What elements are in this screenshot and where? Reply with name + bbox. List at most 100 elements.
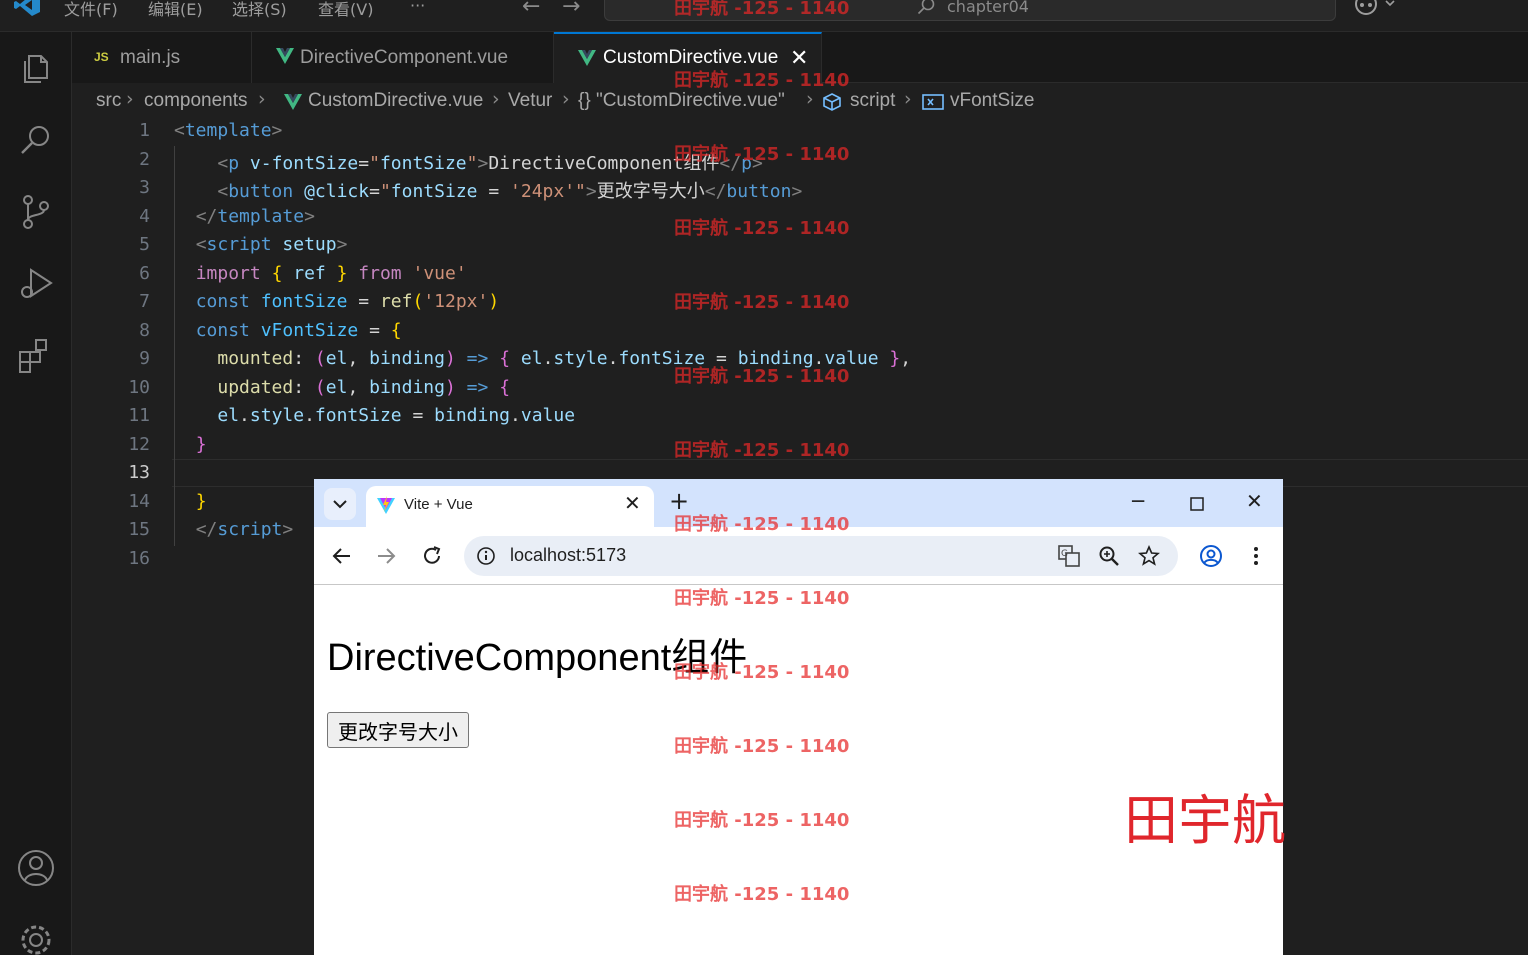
- title-bar: 文件(F) 编辑(E) 选择(S) 查看(V) ··· ← → chapter0…: [0, 0, 1528, 32]
- breadcrumb-script[interactable]: script: [850, 90, 895, 112]
- code-line-15: </script>: [195, 519, 294, 540]
- chevron-right-icon: ›: [562, 88, 570, 110]
- maximize-icon[interactable]: [1190, 497, 1204, 511]
- site-info-icon[interactable]: [476, 546, 496, 566]
- browser-tab[interactable]: Vite + Vue ✕: [366, 486, 654, 527]
- vite-favicon-icon: [377, 496, 395, 514]
- tab-label: DirectiveComponent.vue: [300, 47, 509, 68]
- line-number: 1: [139, 120, 150, 141]
- browser-tab-strip: Vite + Vue ✕ + ─ ✕: [314, 479, 1283, 527]
- explorer-icon[interactable]: [16, 48, 56, 88]
- directive-paragraph: DirectiveComponent组件: [327, 637, 748, 679]
- code-line-11: el.style.fontSize = binding.value: [217, 405, 576, 426]
- account-icon[interactable]: [16, 848, 56, 888]
- address-text: localhost:5173: [510, 545, 627, 565]
- forward-arrow-icon[interactable]: [374, 544, 398, 568]
- minimize-icon[interactable]: ─: [1132, 489, 1144, 513]
- code-line-10: updated: (el, binding) => {: [217, 377, 511, 398]
- tab-custom-directive[interactable]: CustomDirective.vue ✕: [554, 32, 822, 84]
- line-number: 2: [139, 149, 150, 170]
- command-center-text: chapter04: [947, 0, 1029, 16]
- tab-search-button[interactable]: [324, 488, 356, 520]
- copilot-icon[interactable]: [1352, 0, 1398, 18]
- forward-arrow-icon[interactable]: →: [562, 0, 580, 19]
- chevron-down-icon: [333, 500, 347, 509]
- line-number: 11: [128, 405, 150, 426]
- line-number: 6: [139, 263, 150, 284]
- line-number: 10: [128, 377, 150, 398]
- code-line-2: <p v-fontSize="fontSize">DirectiveCompon…: [217, 153, 763, 174]
- line-number: 14: [128, 491, 150, 512]
- zoom-icon[interactable]: [1098, 545, 1120, 567]
- code-line-1: <template>: [174, 120, 283, 141]
- change-font-size-button[interactable]: 更改字号大小: [327, 712, 469, 748]
- browser-window: Vite + Vue ✕ + ─ ✕ localhost:5173 G Dire…: [314, 479, 1286, 955]
- svg-text:G: G: [1061, 549, 1068, 559]
- code-line-8: const vFontSize = {: [195, 320, 402, 341]
- code-line-6: import { ref } from 'vue': [195, 263, 467, 284]
- command-center[interactable]: chapter04: [604, 0, 1336, 21]
- vue-file-icon: [276, 48, 294, 64]
- translate-icon[interactable]: G: [1058, 545, 1080, 567]
- line-number: 8: [139, 320, 150, 341]
- line-number: 3: [139, 177, 150, 198]
- code-line-7: const fontSize = ref('12px'): [195, 291, 500, 312]
- author-name-overlay: 田宇航: [1124, 789, 1286, 852]
- close-icon[interactable]: ✕: [624, 491, 641, 515]
- close-icon[interactable]: ✕: [790, 46, 808, 71]
- chevron-right-icon: ›: [904, 88, 912, 110]
- new-tab-icon[interactable]: +: [669, 487, 689, 515]
- back-arrow-icon[interactable]: [330, 544, 354, 568]
- reload-icon[interactable]: [420, 544, 444, 568]
- profile-icon[interactable]: [1199, 544, 1223, 568]
- variable-icon: [922, 94, 944, 110]
- line-number: 5: [139, 234, 150, 255]
- editor-tabs: JS main.js DirectiveComponent.vue Custom…: [72, 32, 1528, 84]
- breadcrumb-src[interactable]: src: [96, 90, 121, 112]
- line-number: 7: [139, 291, 150, 312]
- extensions-icon[interactable]: [16, 336, 56, 376]
- line-number: 16: [128, 548, 150, 569]
- breadcrumb-symbol[interactable]: vFontSize: [950, 90, 1034, 112]
- line-number: 13: [128, 462, 150, 483]
- menu-selection[interactable]: 选择(S): [232, 0, 287, 20]
- search-icon[interactable]: [16, 120, 56, 160]
- vscode-logo-icon: [14, 0, 40, 16]
- breadcrumb-file[interactable]: CustomDirective.vue: [308, 90, 483, 112]
- line-number: 4: [139, 206, 150, 227]
- tab-label: CustomDirective.vue: [603, 47, 779, 68]
- bookmark-star-icon[interactable]: [1138, 545, 1160, 567]
- code-line-14: }: [195, 491, 207, 512]
- tab-main-js[interactable]: JS main.js: [72, 32, 252, 83]
- line-number: 12: [128, 434, 150, 455]
- breadcrumb: src › components › CustomDirective.vue ›…: [72, 84, 1528, 118]
- menu-view[interactable]: 查看(V): [318, 0, 373, 20]
- search-icon: [917, 0, 935, 15]
- source-control-icon[interactable]: [16, 192, 56, 232]
- activity-bar: [0, 32, 72, 955]
- code-line-9: mounted: (el, binding) => { el.style.fon…: [217, 348, 912, 369]
- chevron-right-icon: ›: [258, 88, 266, 110]
- breadcrumb-module[interactable]: {} "CustomDirective.vue": [578, 90, 785, 112]
- run-debug-icon[interactable]: [16, 264, 56, 304]
- window-close-icon[interactable]: ✕: [1246, 489, 1263, 513]
- web-page: DirectiveComponent组件 更改字号大小 田宇航: [314, 586, 1286, 955]
- menu-file[interactable]: 文件(F): [64, 0, 118, 20]
- tab-label: main.js: [120, 47, 181, 68]
- browser-toolbar: localhost:5173 G: [314, 527, 1283, 585]
- code-line-3: <button @click="fontSize = '24px'">更改字号大…: [217, 181, 803, 202]
- back-arrow-icon[interactable]: ←: [522, 0, 540, 19]
- gear-icon[interactable]: [16, 920, 56, 955]
- breadcrumb-vetur[interactable]: Vetur: [508, 90, 552, 112]
- menu-more[interactable]: ···: [410, 0, 425, 15]
- address-bar[interactable]: localhost:5173 G: [464, 536, 1178, 576]
- tab-directive-component[interactable]: DirectiveComponent.vue: [252, 32, 554, 83]
- code-line-5: <script setup>: [195, 234, 348, 255]
- line-number: 9: [139, 348, 150, 369]
- vue-file-icon: [284, 94, 302, 110]
- menu-edit[interactable]: 编辑(E): [148, 0, 203, 20]
- more-menu-icon[interactable]: [1244, 544, 1268, 568]
- code-line-4: </template>: [195, 206, 315, 227]
- cube-icon: [823, 93, 841, 111]
- breadcrumb-components[interactable]: components: [144, 90, 248, 112]
